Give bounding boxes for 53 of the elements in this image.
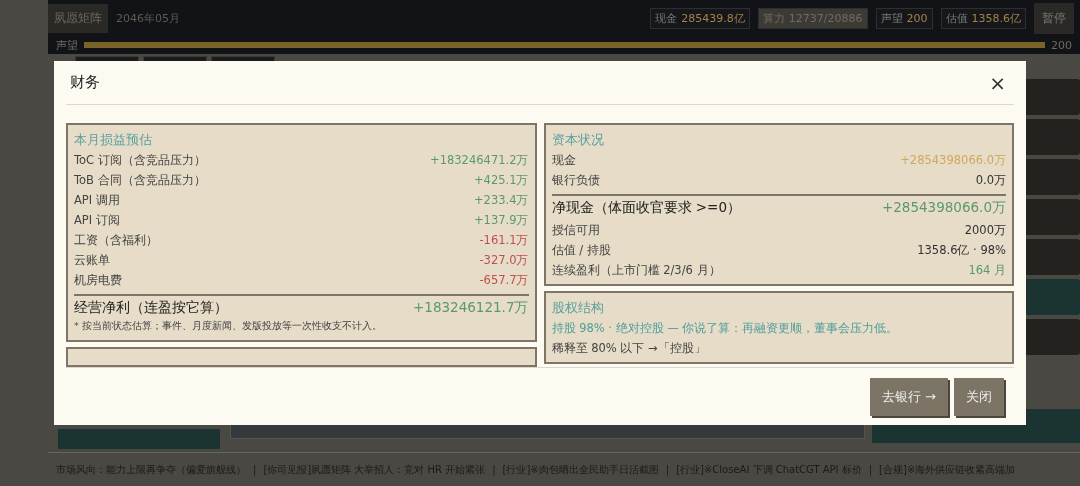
row-value: +425.1万 (473, 172, 529, 188)
row-value: 164 月 (968, 262, 1006, 278)
reputation-value: 200 (1051, 38, 1072, 52)
stat-value: 200 (906, 11, 928, 25)
row-value: +233.4万 (473, 192, 529, 208)
row-label: 工资（含福利） (74, 232, 158, 248)
row-label: API 订阅 (74, 212, 120, 228)
row-label: 机房电费 (74, 272, 122, 288)
row-value: 0.0万 (975, 172, 1006, 188)
row-value: +183246121.7万 (413, 299, 529, 317)
row-label: 现金 (551, 152, 576, 168)
company-name: 夙愿矩阵 (48, 3, 108, 33)
card-title: 本月损益预估 (74, 131, 153, 149)
dialog-button[interactable]: 关闭 (954, 377, 1004, 416)
row-value: 2000万 (964, 222, 1006, 238)
stat-label: 声望 (880, 10, 903, 26)
date-label: 2046年05月 (116, 10, 181, 26)
row-label: 云账单 (74, 252, 110, 268)
row-label: API 调用 (74, 192, 120, 208)
row-label: 估值 / 持股 (551, 242, 611, 258)
status-text: 持股 98% · 绝对控股 — 你说了算：再融资更顺，董事会压力低。 (551, 320, 900, 337)
stat-label: 现金 (655, 10, 678, 26)
footnote: * 按当前状态估算；事件、月度新闻、发版投放等一次性收支不计入。 (74, 320, 383, 333)
row-value: -657.7万 (479, 272, 529, 288)
row-value: +2854398066.0万 (900, 152, 1006, 168)
dialog-title: 财务 (70, 73, 100, 92)
separator-text: | (492, 464, 496, 475)
dialog-button[interactable]: 去银行 → (869, 377, 948, 416)
row-label: 银行负债 (551, 172, 600, 188)
row-value: +137.9万 (473, 212, 529, 228)
stat-label: 估值 (945, 10, 968, 26)
row-label: 连续盈利（上市门槛 2/3/6 月） (551, 262, 721, 278)
pause-button[interactable]: 暂停 (1034, 2, 1074, 34)
reputation-label: 声望 (56, 37, 78, 53)
row-value: +2854398066.0万 (881, 199, 1006, 217)
row-label: ToB 合同（含竞品压力） (74, 172, 206, 188)
separator-text: | (253, 464, 257, 475)
row-value: -161.1万 (479, 232, 529, 248)
row-value: 1358.6亿 · 98% (917, 242, 1006, 258)
separator-text: | (868, 464, 873, 475)
stat-value: 1358.6亿 (971, 10, 1021, 26)
row-value: +183246471.2万 (430, 152, 529, 168)
separator-text: | (665, 464, 670, 475)
row-label: 经营净利（连盈按它算） (74, 299, 228, 317)
card-title: 股权结构 (551, 299, 605, 317)
stat-value: 285439.8亿 (681, 10, 745, 26)
row-value: -327.0万 (479, 252, 529, 268)
row-label: 净现金（体面收官要求 >=0） (551, 199, 741, 217)
row-label: 授信可用 (551, 222, 600, 238)
row-label: ToC 订阅（含竞品压力） (74, 152, 206, 168)
hint-text: 稀释至 80% 以下 →「控股」 (551, 340, 707, 357)
close-button[interactable]: × (985, 70, 1010, 95)
card-title: 资本状况 (551, 131, 605, 149)
